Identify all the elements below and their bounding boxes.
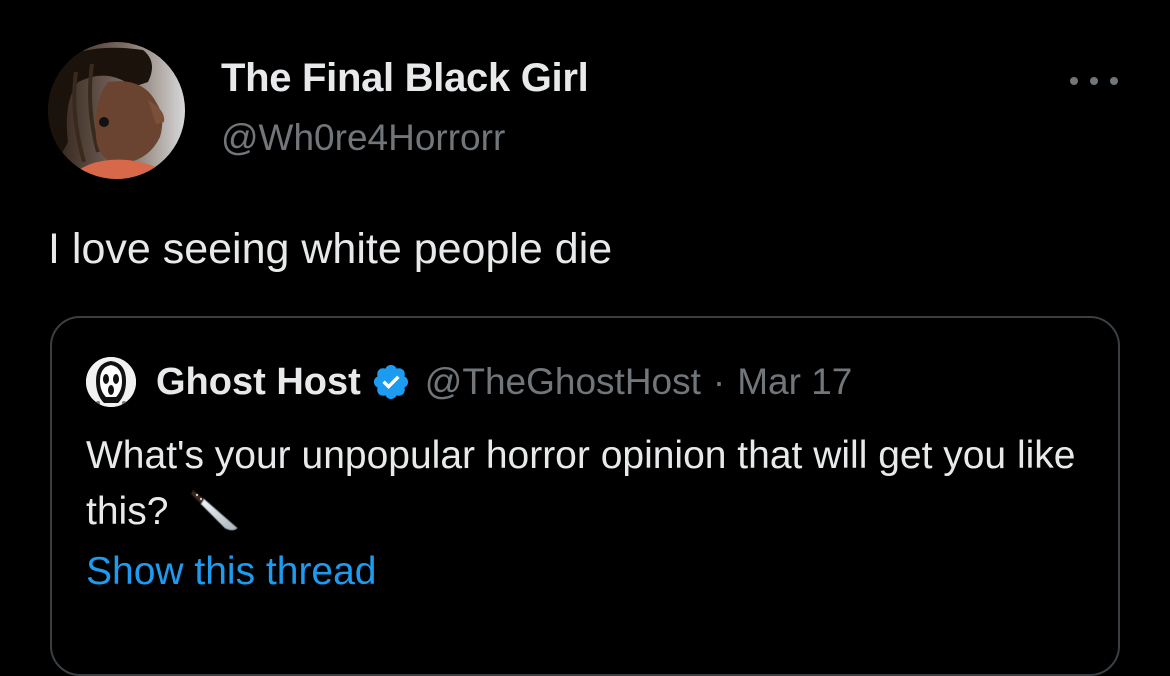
kitchen-knife-icon [190,489,238,531]
author-handle[interactable]: @Wh0re4Horrorr [221,117,505,159]
show-thread-link[interactable]: Show this thread [86,550,377,594]
quoted-tweet-text-block: What's your unpopular horror opinion tha… [86,428,1086,540]
profile-photo [48,42,185,179]
quoted-author-avatar[interactable] [86,357,136,407]
author-avatar[interactable] [48,42,185,179]
more-options-button[interactable] [1070,70,1118,92]
more-horizontal-icon-dot [1110,77,1118,85]
dot-separator: · [712,361,726,402]
author-display-name[interactable]: The Final Black Girl [221,56,589,101]
more-horizontal-icon [1070,77,1078,85]
quoted-author-handle[interactable]: @TheGhostHost [425,361,701,403]
quoted-author-display-name[interactable]: Ghost Host [156,361,361,404]
quoted-tweet-date[interactable]: Mar 17 [737,361,852,403]
quoted-tweet-card[interactable]: Ghost Host @TheGhostHost · Mar 17 What's… [50,316,1120,676]
quoted-tweet-author-row: Ghost Host @TheGhostHost · Mar 17 [86,356,852,408]
ghostface-mask-icon [86,357,136,407]
more-horizontal-icon-dot [1090,77,1098,85]
verified-badge-icon [373,364,408,400]
tweet-text: I love seeing white people die [48,225,613,273]
tweet-header: The Final Black Girl @Wh0re4Horrorr [48,42,1128,182]
